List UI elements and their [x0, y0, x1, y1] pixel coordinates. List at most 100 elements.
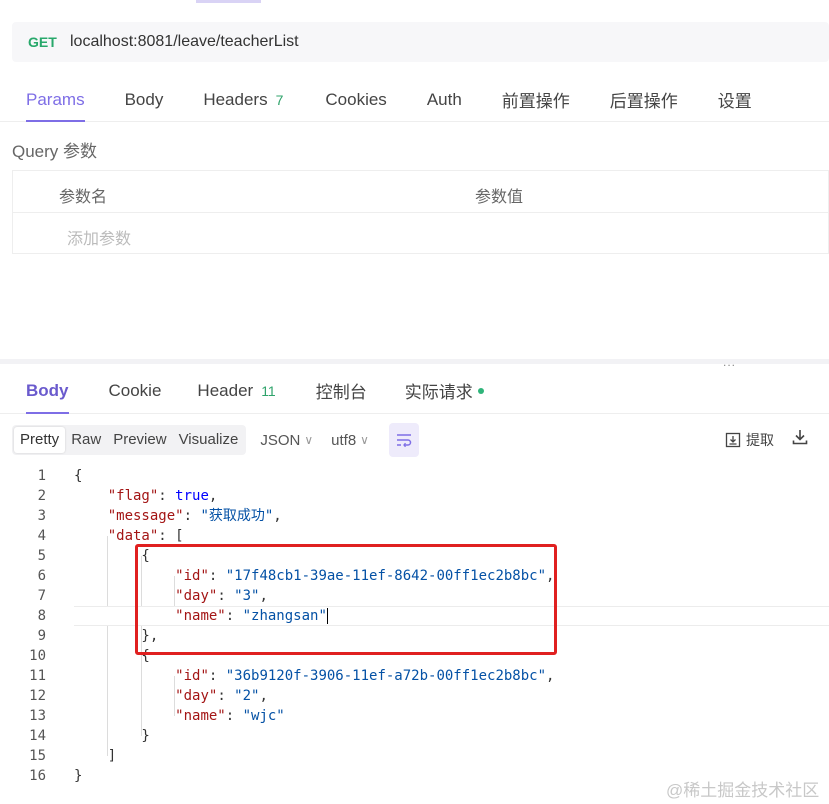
download-icon: [792, 430, 808, 445]
line-number: 13: [29, 708, 46, 724]
download-button[interactable]: [791, 428, 809, 451]
json-value: "17f48cb1-39ae-11ef-8642-00ff1ec2b8bc": [225, 568, 547, 584]
line-number: 2: [37, 488, 46, 504]
line-number: 5: [37, 548, 46, 564]
tab-pre-actions[interactable]: 前置操作: [502, 78, 570, 121]
code-line: 13 "name": "wjc": [12, 706, 829, 726]
view-visualize[interactable]: Visualize: [173, 427, 245, 453]
tab-response-body[interactable]: Body: [26, 368, 69, 414]
format-dropdown[interactable]: JSON ∨: [260, 432, 313, 449]
query-params-label: Query 参数: [12, 142, 98, 161]
view-raw[interactable]: Raw: [65, 427, 107, 453]
tab-label: 设置: [717, 92, 752, 111]
wrap-lines-icon: [396, 434, 412, 447]
tab-console[interactable]: 控制台: [316, 368, 367, 413]
code-line: 9 },: [12, 626, 829, 646]
tab-label: 控制台: [315, 383, 367, 402]
line-number: 15: [29, 748, 46, 764]
json-key: "message": [107, 508, 184, 524]
tab-params[interactable]: Params: [26, 78, 85, 122]
line-number: 6: [37, 568, 46, 584]
tab-settings[interactable]: 设置: [718, 78, 752, 121]
tab-label: 后置操作: [609, 92, 678, 111]
json-value: "36b9120f-3906-11ef-a72b-00ff1ec2b8bc": [225, 668, 547, 684]
tab-label: Params: [26, 89, 85, 109]
code-line: 10 {: [12, 646, 829, 666]
top-tab-indicator: [196, 0, 261, 3]
view-preview[interactable]: Preview: [107, 427, 172, 453]
tab-label: Header: [197, 380, 254, 400]
json-value: "2": [234, 688, 260, 704]
status-dot-icon: [477, 387, 484, 394]
json-value: "wjc": [242, 708, 285, 724]
view-mode-segment: Pretty Raw Preview Visualize: [12, 425, 247, 455]
response-toolbar: Pretty Raw Preview Visualize JSON ∨ utf8 ∨…: [0, 420, 829, 460]
tab-response-cookie[interactable]: Cookie: [109, 368, 162, 413]
code-line: 14 }: [12, 726, 829, 746]
tab-label: Cookies: [325, 89, 387, 109]
extract-icon: [725, 432, 741, 448]
line-number: 7: [37, 588, 46, 604]
code-line: 5 {: [12, 546, 829, 566]
text-caret: [326, 608, 328, 624]
url-bar[interactable]: GET localhost:8081/leave/teacherList: [12, 22, 829, 62]
add-param-input[interactable]: 添加参数: [67, 225, 131, 249]
param-value-header: 参数值: [475, 189, 524, 206]
http-method[interactable]: GET: [28, 34, 70, 50]
chevron-down-icon: ∨: [360, 433, 369, 447]
line-number: 10: [29, 648, 46, 664]
json-value: "3": [234, 588, 260, 604]
tab-auth[interactable]: Auth: [427, 78, 462, 121]
line-number: 8: [37, 608, 46, 624]
tab-label: 实际请求: [404, 383, 473, 402]
code-line: 11 "id": "36b9120f-3906-11ef-a72b-00ff1e…: [12, 666, 829, 686]
param-name-header: 参数名: [59, 189, 108, 206]
encoding-value: utf8: [331, 431, 357, 449]
params-header-row: 参数名 参数值: [13, 171, 828, 213]
json-value: true: [175, 488, 209, 504]
code-line: 4 "data": [: [12, 526, 829, 546]
params-table: 参数名 参数值 添加参数: [12, 170, 829, 254]
tab-label: Body: [124, 89, 164, 109]
code-line: 12 "day": "2",: [12, 686, 829, 706]
header-count: 11: [261, 382, 276, 399]
extract-label: 提取: [746, 432, 774, 448]
drag-handle-icon[interactable]: ...: [723, 355, 736, 369]
tab-body[interactable]: Body: [125, 78, 164, 121]
headers-count: 7: [275, 91, 284, 108]
watermark: @稀土掘金技术社区: [666, 781, 820, 800]
code-line: 1{: [12, 466, 829, 486]
code-line-current: 8 "name": "zhangsan": [12, 606, 829, 626]
line-number: 9: [37, 628, 46, 644]
line-number: 3: [37, 508, 46, 524]
panel-splitter[interactable]: [0, 359, 829, 364]
word-wrap-button[interactable]: [388, 423, 419, 457]
tab-actual-request[interactable]: 实际请求: [405, 368, 484, 413]
json-key: "data": [107, 528, 159, 544]
url-input[interactable]: localhost:8081/leave/teacherList: [70, 33, 299, 51]
format-value: JSON: [260, 431, 301, 449]
add-param-row[interactable]: 添加参数: [13, 213, 828, 255]
code-line: 2 "flag": true,: [12, 486, 829, 506]
request-tabs: Params Body Headers 7 Cookies Auth 前置操作 后…: [0, 78, 829, 122]
code-line: 7 "day": "3",: [12, 586, 829, 606]
json-key: "flag": [107, 488, 159, 504]
tab-label: Body: [26, 380, 69, 400]
code-line: 6 "id": "17f48cb1-39ae-11ef-8642-00ff1ec…: [12, 566, 829, 586]
line-number: 1: [37, 468, 46, 484]
response-tabs: Body Cookie Header 11 控制台 实际请求: [0, 368, 829, 414]
tab-headers[interactable]: Headers 7: [203, 78, 283, 121]
tab-label: Headers: [203, 89, 268, 109]
line-number: 14: [29, 728, 46, 744]
tab-cookies[interactable]: Cookies: [325, 78, 386, 121]
json-editor[interactable]: 1{ 2 "flag": true, 3 "message": "获取成功", …: [12, 466, 829, 796]
line-number: 4: [37, 528, 46, 544]
code-line: 3 "message": "获取成功",: [12, 506, 829, 526]
encoding-dropdown[interactable]: utf8 ∨: [331, 432, 369, 449]
view-pretty[interactable]: Pretty: [14, 427, 66, 453]
tab-post-actions[interactable]: 后置操作: [610, 78, 678, 121]
json-value: "获取成功": [200, 508, 274, 524]
extract-button[interactable]: 提取: [725, 430, 774, 450]
tab-response-header[interactable]: Header 11: [197, 368, 275, 413]
line-number: 11: [29, 668, 46, 684]
